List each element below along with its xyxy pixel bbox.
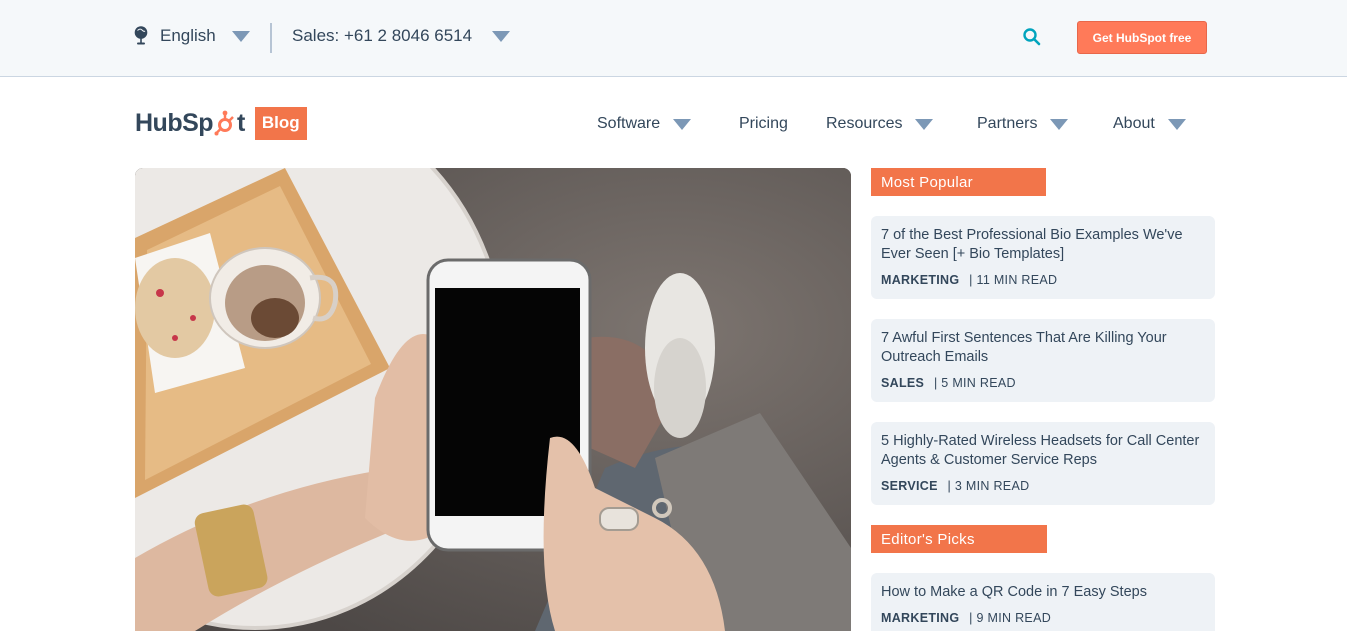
hero-illustration: [135, 168, 851, 631]
utility-bar: English Sales: +61 2 8046 6514 Get HubSp…: [0, 0, 1347, 77]
most-popular-heading: Most Popular: [871, 168, 1046, 196]
hubspot-blog-logo[interactable]: HubSp t Blog: [135, 106, 307, 140]
nav-label: About: [1113, 115, 1155, 132]
nav-software[interactable]: Software: [597, 110, 692, 138]
article-title: 7 of the Best Professional Bio Examples …: [881, 227, 1183, 262]
article-meta: SERVICE | 3 MIN READ: [881, 479, 1203, 493]
nav-partners[interactable]: Partners: [977, 110, 1069, 138]
nav-label: Pricing: [739, 115, 788, 132]
globe-icon: [134, 26, 148, 45]
nav-label: Partners: [977, 115, 1038, 132]
utility-divider: [270, 23, 272, 53]
chevron-down-icon: [1050, 118, 1069, 130]
popular-article-card[interactable]: 7 of the Best Professional Bio Examples …: [871, 216, 1215, 299]
article-meta: MARKETING | 9 MIN READ: [881, 611, 1203, 625]
popular-article-card[interactable]: 5 Highly-Rated Wireless Headsets for Cal…: [871, 422, 1215, 505]
article-read-time: | 5 MIN READ: [933, 376, 1016, 390]
article-meta: SALES | 5 MIN READ: [881, 376, 1203, 390]
language-selector[interactable]: English: [134, 22, 250, 50]
article-read-time: | 3 MIN READ: [947, 479, 1030, 493]
featured-article-image[interactable]: [135, 168, 851, 631]
editors-pick-article-card[interactable]: How to Make a QR Code in 7 Easy Steps MA…: [871, 573, 1215, 631]
search-icon: [1023, 28, 1041, 46]
article-read-time: | 11 MIN READ: [969, 273, 1058, 287]
popular-article-card[interactable]: 7 Awful First Sentences That Are Killing…: [871, 319, 1215, 402]
article-title: How to Make a QR Code in 7 Easy Steps: [881, 584, 1147, 600]
sales-phone-label: Sales: +61 2 8046 6514: [292, 26, 473, 45]
article-category: MARKETING: [881, 273, 960, 287]
chevron-down-icon: [492, 30, 511, 42]
article-category: SERVICE: [881, 479, 938, 493]
nav-about[interactable]: About: [1113, 110, 1186, 138]
wordmark-part: HubSp: [135, 108, 214, 137]
article-category: SALES: [881, 376, 925, 390]
chevron-down-icon: [231, 30, 250, 42]
get-hubspot-free-button[interactable]: Get HubSpot free: [1077, 21, 1207, 54]
sales-phone-dropdown[interactable]: Sales: +61 2 8046 6514: [292, 22, 511, 50]
nav-pricing[interactable]: Pricing: [739, 110, 788, 138]
nav-resources[interactable]: Resources: [826, 110, 934, 138]
language-label: English: [160, 26, 216, 45]
article-category: MARKETING: [881, 611, 960, 625]
article-title: 5 Highly-Rated Wireless Headsets for Cal…: [881, 433, 1200, 468]
search-button[interactable]: [1022, 27, 1042, 47]
article-meta: MARKETING | 11 MIN READ: [881, 273, 1203, 287]
article-read-time: | 9 MIN READ: [969, 611, 1052, 625]
sprocket-icon: [214, 110, 234, 136]
nav-label: Software: [597, 115, 661, 132]
chevron-down-icon: [673, 118, 692, 130]
wordmark-part: t: [237, 108, 245, 137]
blog-badge: Blog: [254, 106, 307, 140]
hubspot-wordmark: HubSp t: [135, 109, 245, 138]
chevron-down-icon: [1167, 118, 1186, 130]
chevron-down-icon: [915, 118, 934, 130]
article-title: 7 Awful First Sentences That Are Killing…: [881, 330, 1167, 365]
editors-picks-heading: Editor's Picks: [871, 525, 1047, 553]
nav-label: Resources: [826, 115, 903, 132]
